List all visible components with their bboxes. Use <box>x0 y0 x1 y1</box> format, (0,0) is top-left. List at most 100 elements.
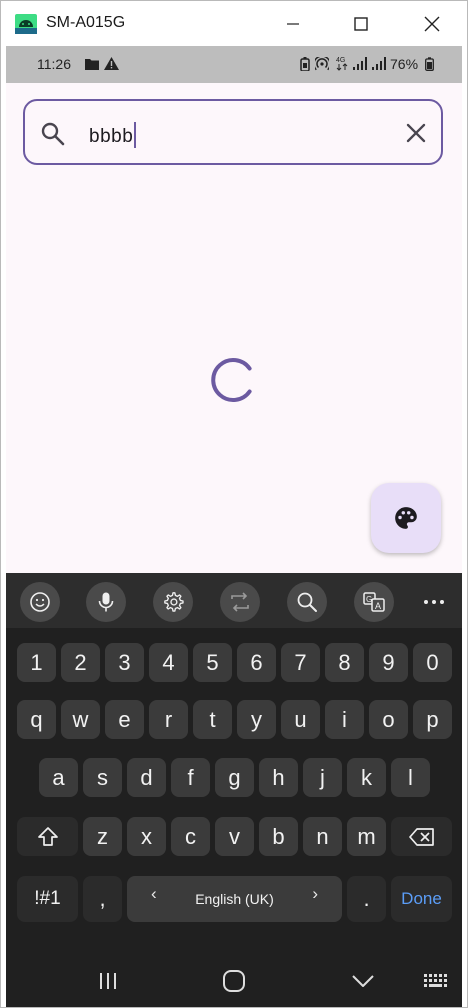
key-o[interactable]: o <box>369 700 408 739</box>
emoji-button[interactable] <box>20 582 60 622</box>
key-i[interactable]: i <box>325 700 364 739</box>
key-w[interactable]: w <box>61 700 100 739</box>
key-k[interactable]: k <box>347 758 386 797</box>
back-icon <box>352 975 374 987</box>
battery-saver-icon <box>300 57 310 71</box>
period-key[interactable]: . <box>347 876 386 922</box>
shift-key[interactable] <box>17 817 78 856</box>
key-6[interactable]: 6 <box>237 643 276 682</box>
translate-button[interactable]: GA <box>354 582 394 622</box>
key-n[interactable]: n <box>303 817 342 856</box>
key-q[interactable]: q <box>17 700 56 739</box>
key-m[interactable]: m <box>347 817 386 856</box>
data-4g-icon: 4G <box>336 57 348 71</box>
key-e[interactable]: e <box>105 700 144 739</box>
status-bar: 11:26 4G 76% <box>6 46 462 83</box>
right-arrow: › <box>312 884 318 903</box>
more-icon <box>424 600 444 604</box>
emulator-window: SM-A015G 11:26 4G 76% bbbb G A 1 2 3 4 5… <box>0 0 468 1008</box>
back-button[interactable] <box>343 961 383 1001</box>
key-c[interactable]: c <box>171 817 210 856</box>
swap-icon <box>231 592 249 612</box>
key-g[interactable]: g <box>215 758 254 797</box>
home-button[interactable] <box>214 961 254 1001</box>
battery-icon <box>425 57 434 71</box>
key-1[interactable]: 1 <box>17 643 56 682</box>
more-options-button[interactable] <box>414 582 454 622</box>
key-7[interactable]: 7 <box>281 643 320 682</box>
spacebar-key[interactable]: ‹ English (UK) › <box>127 876 342 922</box>
key-d[interactable]: d <box>127 758 166 797</box>
settings-icon <box>164 592 184 612</box>
key-4[interactable]: 4 <box>149 643 188 682</box>
svg-text:G: G <box>366 595 372 604</box>
text-caret <box>134 122 137 148</box>
key-y[interactable]: y <box>237 700 276 739</box>
key-f[interactable]: f <box>171 758 210 797</box>
maximize-button[interactable] <box>338 1 384 46</box>
keyboard-toolbar: GA <box>6 573 462 628</box>
svg-text:A: A <box>375 601 381 611</box>
shift-icon <box>37 826 58 846</box>
key-s[interactable]: s <box>83 758 122 797</box>
warning-icon <box>104 57 119 70</box>
recents-button[interactable] <box>88 961 128 1001</box>
emoji-icon <box>30 592 50 612</box>
key-b[interactable]: b <box>259 817 298 856</box>
key-5[interactable]: 5 <box>193 643 232 682</box>
close-icon <box>424 16 440 31</box>
key-8[interactable]: 8 <box>325 643 364 682</box>
key-9[interactable]: 9 <box>369 643 408 682</box>
search-icon[interactable] <box>40 121 66 147</box>
navigation-bar <box>6 953 462 1007</box>
home-icon <box>223 970 245 992</box>
key-t[interactable]: t <box>193 700 232 739</box>
minimize-button[interactable] <box>270 1 316 46</box>
battery-percent: 76% <box>390 56 419 72</box>
key-r[interactable]: r <box>149 700 188 739</box>
key-l[interactable]: l <box>391 758 430 797</box>
keyboard-switch-button[interactable] <box>416 961 456 1001</box>
signal-icon <box>353 57 367 70</box>
key-u[interactable]: u <box>281 700 320 739</box>
key-z[interactable]: z <box>83 817 122 856</box>
keyboard-switch-icon <box>424 974 447 987</box>
search-input-value: bbbb <box>89 126 134 147</box>
palette-icon <box>395 507 417 529</box>
key-3[interactable]: 3 <box>105 643 144 682</box>
search-field[interactable]: bbbb <box>23 99 443 165</box>
phone-screen: 11:26 4G 76% bbbb G A 1 2 3 4 5 6 7 8 9 … <box>6 46 462 1007</box>
key-a[interactable]: a <box>39 758 78 797</box>
key-0[interactable]: 0 <box>413 643 452 682</box>
close-window-button[interactable] <box>409 1 455 46</box>
svg-text:4G: 4G <box>336 57 345 64</box>
key-h[interactable]: h <box>259 758 298 797</box>
soft-keyboard: GA 1 2 3 4 5 6 7 8 9 0 q w e r t y u i o… <box>6 573 462 1007</box>
minimize-icon <box>287 22 299 25</box>
backspace-key[interactable] <box>391 817 452 856</box>
key-j[interactable]: j <box>303 758 342 797</box>
symbols-key[interactable]: !#1 <box>17 876 78 922</box>
keyboard-search-button[interactable] <box>287 582 327 622</box>
swap-button[interactable] <box>220 582 260 622</box>
loading-spinner <box>211 358 252 402</box>
keyboard-settings-button[interactable] <box>153 582 193 622</box>
android-icon <box>15 14 37 34</box>
window-titlebar: SM-A015G <box>1 1 467 46</box>
maximize-icon <box>354 16 368 31</box>
status-time: 11:26 <box>37 56 71 72</box>
key-2[interactable]: 2 <box>61 643 100 682</box>
signal-icon-2 <box>372 57 386 70</box>
theme-fab-button[interactable] <box>371 483 441 553</box>
comma-key[interactable]: , <box>83 876 122 922</box>
key-v[interactable]: v <box>215 817 254 856</box>
key-x[interactable]: x <box>127 817 166 856</box>
search-input[interactable]: bbbb <box>89 122 137 148</box>
clear-icon[interactable] <box>405 122 427 144</box>
microphone-button[interactable] <box>86 582 126 622</box>
folder-icon <box>85 59 99 70</box>
key-p[interactable]: p <box>413 700 452 739</box>
hotspot-icon <box>315 57 329 71</box>
done-key[interactable]: Done <box>391 876 452 922</box>
search-icon <box>297 592 317 612</box>
